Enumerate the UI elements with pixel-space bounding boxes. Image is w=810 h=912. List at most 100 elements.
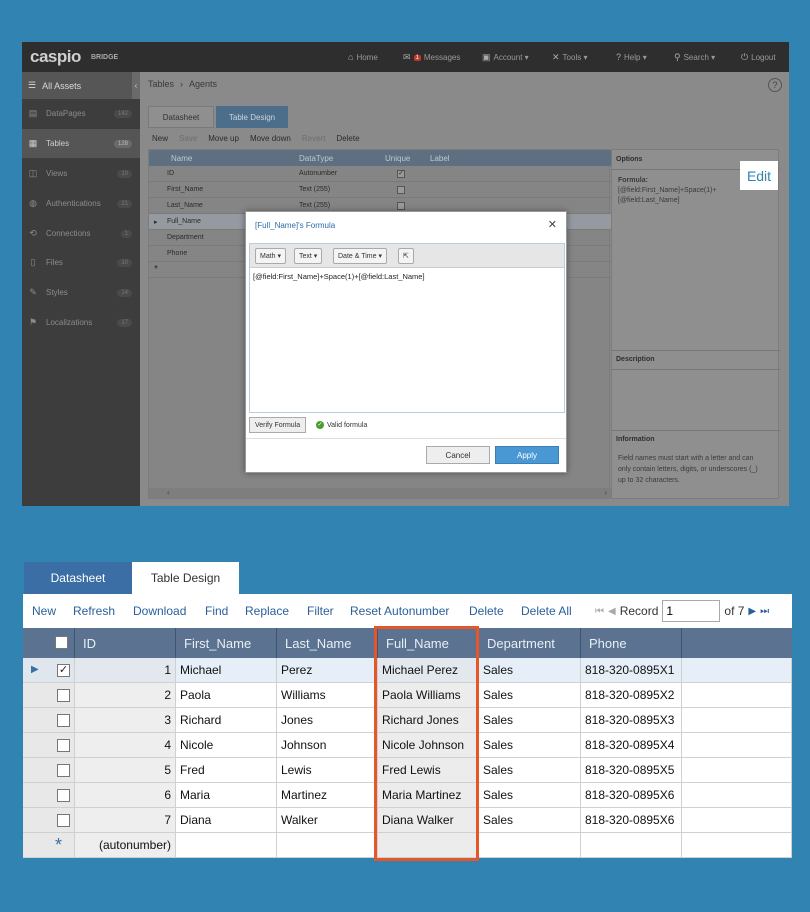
row-checkbox[interactable] bbox=[57, 789, 70, 802]
scroll-left-icon[interactable]: ‹ bbox=[167, 488, 170, 497]
nav-home[interactable]: ⌂ Home bbox=[348, 52, 378, 62]
unique-checkbox[interactable]: ✓ bbox=[397, 170, 405, 178]
sidebar-item-connections[interactable]: ⟲ Connections 1 bbox=[22, 219, 140, 248]
cell-first-name[interactable]: Nicole bbox=[176, 733, 277, 757]
cell-id[interactable]: 6 bbox=[75, 783, 176, 807]
cell-phone[interactable]: 818-320-0895X3 bbox=[581, 708, 682, 732]
tab-table-design-large[interactable]: Table Design bbox=[132, 562, 239, 594]
breadcrumb-tables-link[interactable]: Tables bbox=[148, 79, 174, 89]
nav-tools[interactable]: ✕ Tools ▾ bbox=[552, 52, 587, 63]
cell-phone[interactable]: 818-320-0895X6 bbox=[581, 808, 682, 832]
unique-checkbox[interactable] bbox=[397, 202, 405, 210]
next-record-icon[interactable]: ▶ bbox=[748, 606, 756, 617]
cell-empty[interactable] bbox=[682, 658, 792, 682]
scroll-right-icon[interactable]: › bbox=[604, 488, 607, 497]
nav-help[interactable]: ? Help ▾ bbox=[616, 52, 647, 62]
tab-table-design[interactable]: Table Design bbox=[216, 106, 288, 128]
cell-last-name[interactable]: Johnson bbox=[277, 733, 378, 757]
row-selector[interactable] bbox=[23, 808, 75, 832]
insert-field-icon[interactable]: ⇱ bbox=[398, 248, 414, 264]
cell-phone[interactable]: 818-320-0895X2 bbox=[581, 683, 682, 707]
new-row-cell[interactable] bbox=[479, 833, 581, 857]
cell-department[interactable]: Sales bbox=[479, 808, 581, 832]
row-selector[interactable] bbox=[23, 783, 75, 807]
reset-autonumber-button[interactable]: Reset Autonumber bbox=[350, 604, 449, 618]
cell-id[interactable]: 1 bbox=[75, 658, 176, 682]
filter-button[interactable]: Filter bbox=[307, 604, 334, 618]
cancel-button[interactable]: Cancel bbox=[426, 446, 490, 464]
column-header-first-name[interactable]: First_Name bbox=[176, 628, 277, 658]
replace-button[interactable]: Replace bbox=[245, 604, 289, 618]
design-row[interactable]: ID Autonumber ✓ bbox=[149, 166, 611, 182]
cell-id[interactable]: 4 bbox=[75, 733, 176, 757]
sidebar-item-views[interactable]: ◫ Views 10 bbox=[22, 159, 140, 188]
new-row-cell[interactable] bbox=[176, 833, 277, 857]
all-assets-item[interactable]: ☰ All Assets ‹ bbox=[22, 72, 140, 99]
cell-empty[interactable] bbox=[682, 683, 792, 707]
cell-empty[interactable] bbox=[682, 733, 792, 757]
column-header-last-name[interactable]: Last_Name bbox=[277, 628, 378, 658]
row-checkbox[interactable] bbox=[57, 739, 70, 752]
download-button[interactable]: Download bbox=[133, 604, 186, 618]
design-row[interactable]: First_Name Text (255) bbox=[149, 182, 611, 198]
revert-button[interactable]: Revert bbox=[302, 134, 326, 143]
first-record-icon[interactable]: ⏮ bbox=[595, 606, 604, 617]
cell-last-name[interactable]: Walker bbox=[277, 808, 378, 832]
cell-last-name[interactable]: Perez bbox=[277, 658, 378, 682]
cell-id[interactable]: 3 bbox=[75, 708, 176, 732]
nav-messages[interactable]: ✉ 1 Messages bbox=[403, 52, 460, 63]
cell-first-name[interactable]: Michael bbox=[176, 658, 277, 682]
cell-first-name[interactable]: Maria bbox=[176, 783, 277, 807]
cell-last-name[interactable]: Williams bbox=[277, 683, 378, 707]
cell-phone[interactable]: 818-320-0895X1 bbox=[581, 658, 682, 682]
last-record-icon[interactable]: ⏭ bbox=[760, 606, 769, 617]
delete-button[interactable]: Delete bbox=[469, 604, 504, 618]
formula-editor[interactable]: Math ▾ Text ▾ Date & Time ▾ ⇱ [@field:Fi… bbox=[249, 243, 565, 413]
nav-logout[interactable]: ⏻ Logout bbox=[741, 52, 776, 63]
refresh-button[interactable]: Refresh bbox=[73, 604, 115, 618]
nav-account[interactable]: ▣ Account ▾ bbox=[482, 52, 529, 63]
cell-first-name[interactable]: Diana bbox=[176, 808, 277, 832]
tab-datasheet-large[interactable]: Datasheet bbox=[24, 562, 132, 600]
new-row-cell[interactable] bbox=[682, 833, 792, 857]
cell-empty[interactable] bbox=[682, 783, 792, 807]
previous-record-icon[interactable]: ◀ bbox=[608, 606, 616, 617]
cell-id[interactable]: 2 bbox=[75, 683, 176, 707]
collapse-chevron-icon[interactable]: ‹ bbox=[132, 72, 140, 99]
delete-all-button[interactable]: Delete All bbox=[521, 604, 572, 618]
cell-department[interactable]: Sales bbox=[479, 783, 581, 807]
sidebar-item-datapages[interactable]: ▤ DataPages 142 bbox=[22, 99, 140, 128]
date-time-menu-button[interactable]: Date & Time ▾ bbox=[333, 248, 387, 264]
cell-department[interactable]: Sales bbox=[479, 683, 581, 707]
cell-last-name[interactable]: Jones bbox=[277, 708, 378, 732]
cell-empty[interactable] bbox=[682, 808, 792, 832]
row-selector[interactable] bbox=[23, 758, 75, 782]
row-selector[interactable]: * bbox=[23, 833, 75, 857]
row-checkbox[interactable] bbox=[57, 714, 70, 727]
cell-last-name[interactable]: Martinez bbox=[277, 783, 378, 807]
cell-id[interactable]: 7 bbox=[75, 808, 176, 832]
sidebar-item-localizations[interactable]: ⚑ Localizations 17 bbox=[22, 308, 140, 337]
cell-id[interactable]: 5 bbox=[75, 758, 176, 782]
new-record-button[interactable]: New bbox=[32, 604, 56, 618]
cell-first-name[interactable]: Paola bbox=[176, 683, 277, 707]
cell-first-name[interactable]: Fred bbox=[176, 758, 277, 782]
sidebar-item-styles[interactable]: ✎ Styles 14 bbox=[22, 278, 140, 307]
column-header-department[interactable]: Department bbox=[479, 628, 581, 658]
cell-phone[interactable]: 818-320-0895X5 bbox=[581, 758, 682, 782]
close-icon[interactable]: ✕ bbox=[548, 218, 557, 231]
help-circle-icon[interactable]: ? bbox=[768, 78, 782, 92]
row-selector[interactable] bbox=[23, 683, 75, 707]
move-down-button[interactable]: Move down bbox=[250, 134, 291, 143]
new-row-cell[interactable] bbox=[277, 833, 378, 857]
sidebar-item-files[interactable]: ▯ Files 10 bbox=[22, 248, 140, 277]
unique-checkbox[interactable] bbox=[397, 186, 405, 194]
select-all-checkbox[interactable] bbox=[55, 636, 68, 649]
verify-formula-button[interactable]: Verify Formula bbox=[249, 417, 307, 433]
cell-department[interactable]: Sales bbox=[479, 658, 581, 682]
cell-department[interactable]: Sales bbox=[479, 733, 581, 757]
row-selector[interactable] bbox=[23, 708, 75, 732]
record-number-input[interactable] bbox=[662, 600, 721, 622]
math-menu-button[interactable]: Math ▾ bbox=[255, 248, 287, 264]
delete-button[interactable]: Delete bbox=[336, 134, 359, 143]
